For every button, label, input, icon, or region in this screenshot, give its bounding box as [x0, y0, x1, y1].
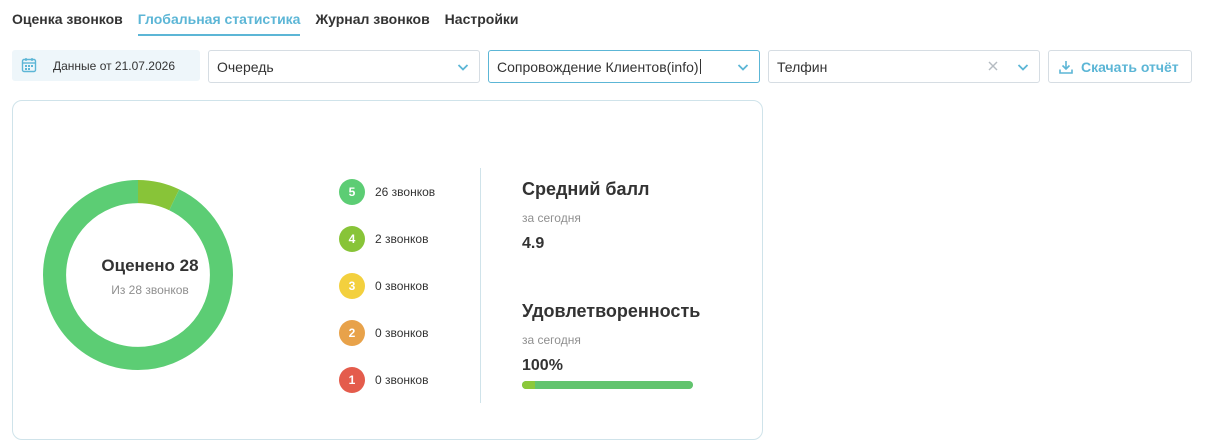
rating-count-1: 0 звонков: [375, 373, 429, 387]
top-tabs: Оценка звонков Глобальная статистика Жур…: [12, 9, 534, 36]
rating-count-5: 26 звонков: [375, 185, 436, 199]
queue-value-select[interactable]: Сопровождение Клиентов(info): [488, 50, 760, 83]
provider-select-value: Телфин: [777, 59, 828, 75]
satisfaction-block: Удовлетворенность за сегодня 100%: [522, 301, 700, 375]
download-report-label: Скачать отчёт: [1081, 59, 1179, 75]
clear-icon[interactable]: [987, 60, 999, 72]
vertical-divider: [480, 168, 481, 403]
chevron-down-icon[interactable]: [1017, 62, 1029, 72]
tab-call-log[interactable]: Журнал звонков: [315, 9, 429, 36]
tab-settings[interactable]: Настройки: [445, 9, 519, 36]
calendar-icon: [21, 58, 37, 73]
queue-value-text: Сопровождение Клиентов(info): [497, 59, 699, 75]
average-score-title: Средний балл: [522, 179, 650, 199]
average-score-period: за сегодня: [522, 211, 581, 225]
rating-badge-1: 1: [339, 367, 365, 393]
queue-select[interactable]: Очередь: [208, 50, 480, 83]
queue-select-value: Очередь: [217, 59, 274, 75]
rated-subtitle: Из 28 звонков: [111, 283, 189, 297]
rating-badge-5: 5: [339, 179, 365, 205]
average-score-value: 4.9: [522, 235, 545, 252]
average-score-block: Средний балл за сегодня 4.9: [522, 179, 649, 253]
legend-item-2: 2 0 звонков: [339, 320, 479, 346]
tab-global-stats[interactable]: Глобальная статистика: [137, 9, 301, 36]
text-caret: [699, 59, 701, 74]
rating-badge-2: 2: [339, 320, 365, 346]
stats-card: Оценено 28 Из 28 звонков 5 26 звонков 4 …: [12, 100, 763, 440]
provider-select[interactable]: Телфин: [768, 50, 1040, 83]
legend-item-4: 4 2 звонков: [339, 226, 479, 252]
donut-center: Оценено 28 Из 28 звонков: [43, 256, 257, 297]
rating-count-3: 0 звонков: [375, 279, 429, 293]
date-picker[interactable]: Данные от 21.07.2026: [12, 50, 200, 81]
rating-badge-3: 3: [339, 273, 365, 299]
chevron-down-icon[interactable]: [737, 62, 749, 72]
legend-item-1: 1 0 звонков: [339, 367, 479, 393]
legend-item-5: 5 26 звонков: [339, 179, 479, 205]
satisfaction-progress-bar: [522, 381, 693, 389]
download-report-button[interactable]: Скачать отчёт: [1048, 50, 1192, 83]
rating-count-2: 0 звонков: [375, 326, 429, 340]
download-icon: [1059, 61, 1073, 74]
satisfaction-title: Удовлетворенность: [522, 301, 701, 321]
rating-count-4: 2 звонков: [375, 232, 429, 246]
chevron-down-icon[interactable]: [457, 62, 469, 72]
satisfaction-value: 100%: [522, 357, 563, 374]
rated-title: Оценено 28: [101, 256, 199, 275]
satisfaction-progress-head: [522, 381, 535, 389]
rating-badge-4: 4: [339, 226, 365, 252]
satisfaction-period: за сегодня: [522, 333, 581, 347]
date-label: Данные от 21.07.2026: [53, 59, 175, 73]
legend-item-3: 3 0 звонков: [339, 273, 479, 299]
queue-value-input[interactable]: Сопровождение Клиентов(info): [497, 59, 701, 75]
satisfaction-progress-fill: [522, 381, 693, 389]
tab-call-rating[interactable]: Оценка звонков: [12, 9, 123, 36]
